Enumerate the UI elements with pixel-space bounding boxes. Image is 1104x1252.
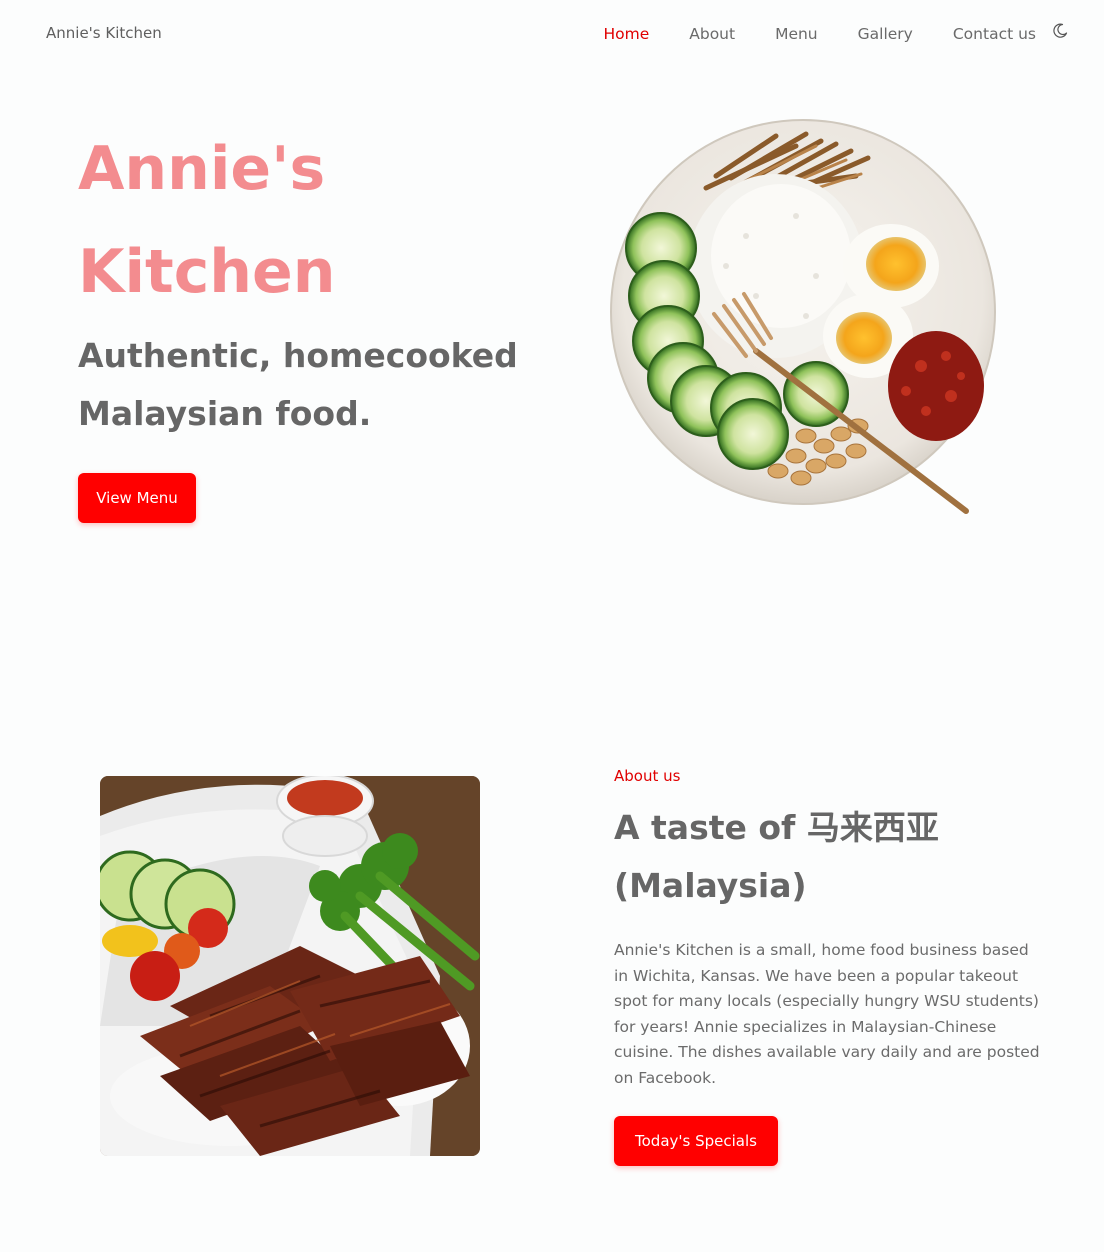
- nav-about[interactable]: About: [689, 22, 735, 46]
- nav-contact[interactable]: Contact us: [953, 22, 1036, 46]
- hero-subtitle: Authentic, homecooked Malaysian food.: [78, 327, 548, 443]
- hero-title: Annie's Kitchen: [78, 118, 498, 324]
- site-header: Annie's Kitchen Home About Menu Gallery …: [0, 0, 1104, 70]
- hero-subtitle-line1: Authentic, homecooked: [78, 336, 518, 375]
- about-title-line1: A taste of 马来西亚: [614, 808, 939, 847]
- main-nav: Home About Menu Gallery Contact us: [563, 22, 1070, 46]
- brand-link[interactable]: Annie's Kitchen: [46, 24, 162, 42]
- hero-subtitle-line2: Malaysian food.: [78, 394, 372, 433]
- moon-icon[interactable]: [1052, 23, 1070, 41]
- nav-gallery[interactable]: Gallery: [858, 22, 913, 46]
- about-title-line2: (Malaysia): [614, 866, 807, 905]
- page: Annie's Kitchen Home About Menu Gallery …: [0, 0, 1104, 1252]
- hero-food-image: [606, 116, 1006, 526]
- todays-specials-button[interactable]: Today's Specials: [614, 1116, 778, 1166]
- hero-title-line2: Kitchen: [78, 237, 336, 307]
- about-title: A taste of 马来西亚 (Malaysia): [614, 799, 1034, 915]
- nav-menu[interactable]: Menu: [775, 22, 818, 46]
- about-eyebrow: About us: [614, 767, 681, 785]
- about-body: Annie's Kitchen is a small, home food bu…: [614, 941, 1040, 1087]
- hero-title-line1: Annie's: [78, 134, 326, 204]
- view-menu-button[interactable]: View Menu: [78, 473, 196, 523]
- about-food-image: [100, 776, 480, 1156]
- nav-home[interactable]: Home: [603, 22, 649, 46]
